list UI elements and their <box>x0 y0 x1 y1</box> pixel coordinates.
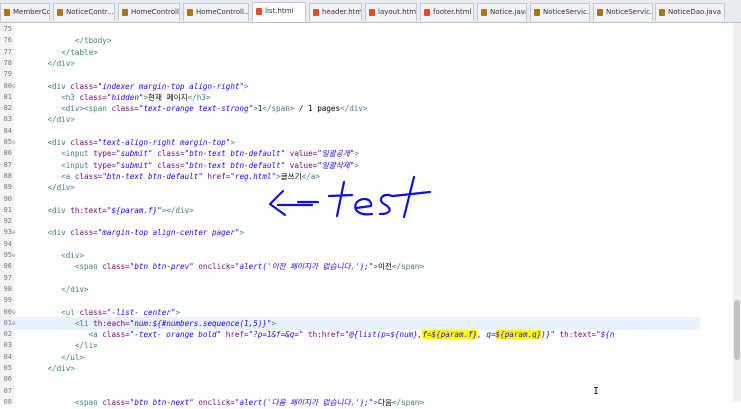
handwritten-annotation: test <box>268 175 432 219</box>
letter-s <box>378 193 394 216</box>
letter-e <box>354 197 374 216</box>
letter-t2 <box>391 175 432 219</box>
letter-t1 <box>327 180 354 218</box>
